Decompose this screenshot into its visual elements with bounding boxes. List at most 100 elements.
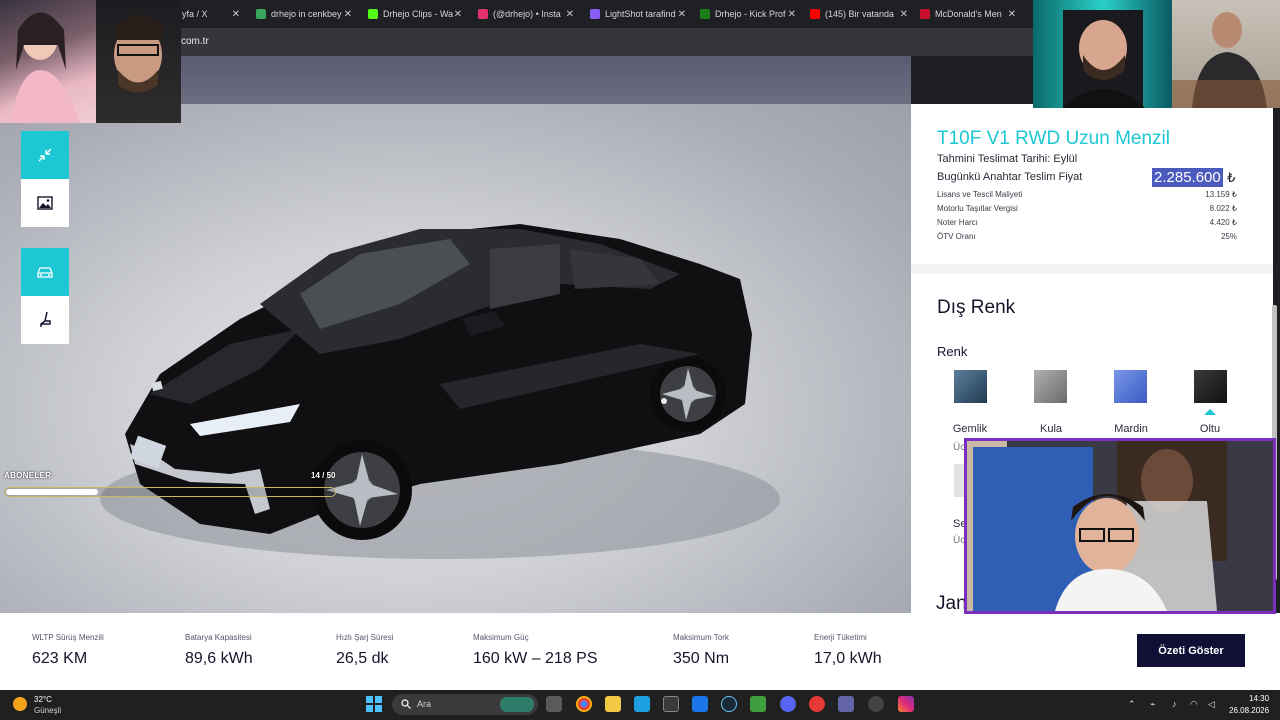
subscribers-label: ABONELER <box>4 471 52 480</box>
teams-icon[interactable] <box>838 696 854 712</box>
close-tab-icon[interactable]: ✕ <box>344 9 352 20</box>
person-silhouette-icon <box>1063 10 1145 108</box>
close-tab-icon[interactable]: ✕ <box>1008 9 1016 20</box>
instagram-icon[interactable] <box>898 696 914 712</box>
price-value: 2.285.600 <box>1152 168 1223 187</box>
car-render <box>100 224 780 559</box>
close-tab-icon[interactable]: ✕ <box>788 9 796 20</box>
color-label: Kula <box>1039 423 1063 435</box>
browser-tab[interactable]: (@drhejo) • Insta ✕ <box>472 4 578 24</box>
spec-torque: Maksimum Tork 350 Nm <box>673 633 729 668</box>
kick-favicon-icon <box>368 9 378 19</box>
browser-tab[interactable]: yfa / X ✕ <box>176 4 244 24</box>
fee-value: 4.420 ₺ <box>1209 218 1237 227</box>
interior-seat-icon <box>40 311 51 327</box>
tab-label: yfa / X <box>182 9 208 19</box>
search-highlight-icon <box>500 697 534 712</box>
tab-label: Drhejo Clips - Wa <box>383 9 454 19</box>
windows-logo-icon <box>366 696 382 712</box>
discord-icon[interactable] <box>780 696 796 712</box>
fee-label: Lisans ve Tescil Maliyeti <box>937 190 1023 199</box>
exterior-view-button[interactable] <box>21 248 69 296</box>
store-icon[interactable] <box>663 696 679 712</box>
close-tab-icon[interactable]: ✕ <box>232 9 240 20</box>
collapse-view-button[interactable] <box>21 131 69 179</box>
spec-label: Maksimum Güç <box>473 633 529 642</box>
tab-label: McDonald's Men <box>935 9 1002 19</box>
close-tab-icon[interactable]: ✕ <box>678 9 686 20</box>
url-text[interactable]: com.tr <box>181 36 209 47</box>
taskbar-search-input[interactable] <box>392 694 538 715</box>
color-swatch-oltu[interactable] <box>1194 370 1227 403</box>
browser-tab[interactable]: LightShot tarafind ✕ <box>584 4 690 24</box>
spec-value: 26,5 dk <box>336 650 389 667</box>
steam-icon[interactable] <box>721 696 737 712</box>
tab-label: LightShot tarafind <box>605 9 676 19</box>
obs-icon[interactable] <box>868 696 884 712</box>
webcam-feed <box>964 438 1276 614</box>
clock-time[interactable]: 14:30 <box>1249 694 1269 703</box>
color-swatch-gemlik[interactable] <box>954 370 987 403</box>
spec-value: 623 KM <box>32 650 88 667</box>
microphone-icon[interactable]: ♪ <box>1172 699 1177 709</box>
exterior-car-icon <box>37 267 53 278</box>
person-silhouette-icon <box>967 441 1227 611</box>
minecraft-icon[interactable] <box>750 696 766 712</box>
spec-label: Maksimum Tork <box>673 633 729 642</box>
browser-tab[interactable]: Drhejo Clips - Wa ✕ <box>362 4 466 24</box>
wifi-icon[interactable]: ◠ <box>1190 699 1198 710</box>
spec-power: Maksimum Güç 160 kW – 218 PS <box>473 633 598 668</box>
media-player-icon[interactable] <box>809 696 825 712</box>
person-silhouette-icon <box>1172 12 1280 108</box>
close-tab-icon[interactable]: ✕ <box>900 9 908 20</box>
tab-label: (@drhejo) • Insta <box>493 9 561 19</box>
volume-icon[interactable]: ◁ <box>1208 699 1215 710</box>
sun-icon[interactable] <box>13 697 27 711</box>
windows-start-icon[interactable] <box>366 696 382 712</box>
clock-date[interactable]: 26.08.2026 <box>1229 706 1269 715</box>
network-icon[interactable]: ⌁ <box>1150 699 1155 710</box>
weather-condition[interactable]: Güneşli <box>34 706 61 715</box>
exterior-color-title: Dış Renk <box>937 297 1016 318</box>
color-swatch-kula[interactable] <box>1034 370 1067 403</box>
interior-view-button[interactable] <box>21 296 69 344</box>
task-view-icon[interactable] <box>546 696 562 712</box>
webcam-feed <box>1172 0 1280 108</box>
mail-icon[interactable] <box>692 696 708 712</box>
file-explorer-icon[interactable] <box>605 696 621 712</box>
fee-label: ÖTV Oranı <box>937 232 976 241</box>
color-label: Oltu <box>1199 423 1221 435</box>
fee-label: Noter Harcı <box>937 218 978 227</box>
search-icon <box>401 699 411 709</box>
spec-label: Enerji Tüketimi <box>814 633 867 642</box>
tray-chevron-icon[interactable]: ⌃ <box>1128 699 1136 710</box>
screen-app-icon[interactable] <box>634 696 650 712</box>
color-label: Mardin <box>1114 423 1148 435</box>
browser-tab[interactable]: drhejo in cenkbey ✕ <box>250 4 356 24</box>
spec-consumption: Enerji Tüketimi 17,0 kWh <box>814 633 882 668</box>
close-tab-icon[interactable]: ✕ <box>454 9 462 20</box>
browser-tab[interactable]: McDonald's Men ✕ <box>914 4 1020 24</box>
close-tab-icon[interactable]: ✕ <box>566 9 574 20</box>
browser-tab[interactable]: (145) Bir vatanda ✕ <box>804 4 912 24</box>
car-3d-viewer[interactable] <box>0 104 911 613</box>
mcdonalds-favicon-icon <box>920 9 930 19</box>
color-swatch-mardin[interactable] <box>1114 370 1147 403</box>
spec-label: Hızlı Şarj Süresi <box>336 633 394 642</box>
chrome-icon[interactable] <box>576 696 592 712</box>
specs-bar: WLTP Sürüş Menzili 623 KM Batarya Kapasi… <box>0 613 1280 690</box>
fee-row: Motorlu Taşıtlar Vergisi 8.022 ₺ <box>937 204 1237 216</box>
search-placeholder[interactable]: Ara <box>417 699 431 709</box>
tab-label: (145) Bir vatanda <box>825 9 895 19</box>
spec-label: WLTP Sürüş Menzili <box>32 633 104 642</box>
weather-temperature[interactable]: 32°C <box>34 695 52 704</box>
spec-value: 160 kW – 218 PS <box>473 650 598 667</box>
show-summary-button[interactable]: Özeti Göster <box>1137 634 1245 667</box>
gallery-button[interactable] <box>21 179 69 227</box>
fee-value: 8.022 ₺ <box>1209 204 1237 213</box>
model-title: T10F V1 RWD Uzun Menzil <box>937 128 1170 149</box>
fee-value: 13.159 ₺ <box>1205 190 1237 199</box>
color-label: Gemlik <box>952 423 988 435</box>
subscriber-progress-fill <box>6 489 98 495</box>
browser-tab[interactable]: Drhejo - Kick Prof ✕ <box>694 4 800 24</box>
